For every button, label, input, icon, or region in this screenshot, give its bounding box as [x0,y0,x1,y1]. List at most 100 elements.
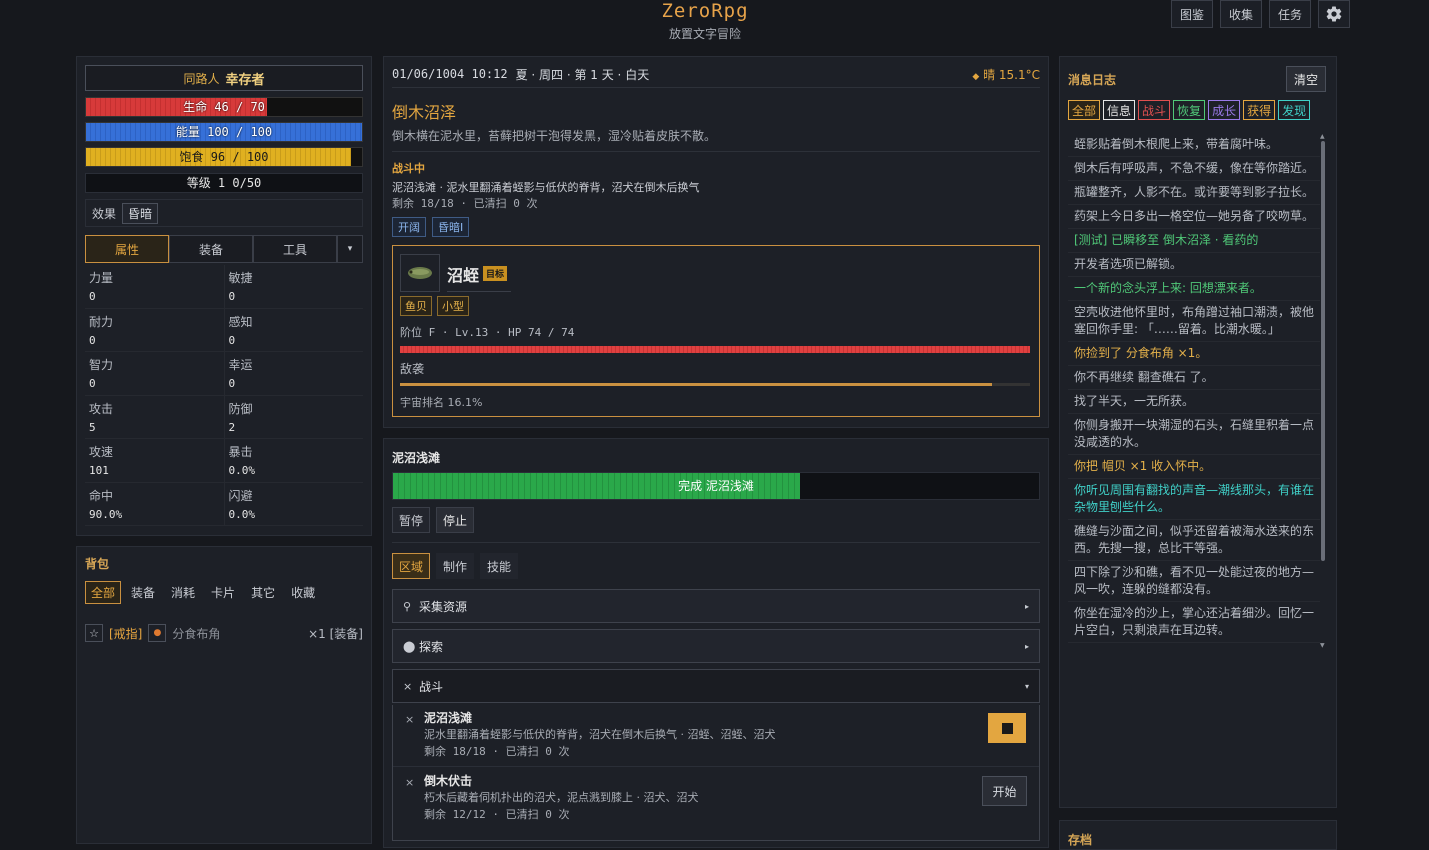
cross-icon: × [405,776,415,789]
collect-button[interactable]: 收集 [1220,0,1263,28]
weather-icon: ◆ [972,71,980,82]
pause-button[interactable]: 暂停 [392,507,431,533]
log-scrollbar[interactable]: ▲ ▼ [1320,133,1326,649]
stat-name: 攻击 [89,401,114,416]
log-filter[interactable]: 获得 [1243,100,1276,120]
tab-crafting[interactable]: 制作 [436,553,475,579]
stat-value: 0 [89,290,96,303]
stat-row: 耐力 0 感知 0 [85,308,363,352]
stat-name: 敏捷 [228,271,253,285]
bag-tab[interactable]: 装备 [125,581,161,604]
quest-button[interactable]: 任务 [1269,0,1312,28]
scrollbar-thumb[interactable] [1321,141,1325,561]
stat-name: 感知 [228,314,253,329]
combat-row[interactable]: × 泥沼浅滩 泥水里翻涌着蛭影与低伏的脊背，沼犬在倒木后换气 · 沼蛭、沼蛭、沼… [393,705,1039,767]
bag-item[interactable]: ☆ [戒指] ● 分食布角 ×1 [装备] [85,621,363,645]
log-entry: [测试] 已瞬移至 倒木沼泽 · 看药的 [1068,229,1320,253]
log-filter[interactable]: 信息 [1103,100,1136,120]
level-display: 等级 1 0/50 [85,173,363,193]
combat-title: 泥沼浅滩 [424,711,473,725]
stat-cell: 命中 90.0% [85,482,225,525]
section-gather[interactable]: ⚲ 采集资源 ▸ [392,589,1040,623]
section-combat[interactable]: × 战斗 ▾ [392,669,1040,703]
favorite-star-icon[interactable]: ☆ [85,624,103,642]
stat-value: 2 [228,420,236,434]
activity-progress-bar: 完成 泥沼浅滩 [392,472,1040,500]
log-filter[interactable]: 全部 [1068,100,1101,120]
divider [392,151,1040,152]
location-title: 倒木沼泽 [392,103,457,122]
bag-tab[interactable]: 其它 [245,581,281,604]
chevron-right-icon: ▸ [1024,601,1029,611]
chevron-down-icon: ▾ [1024,681,1029,691]
log-entry: 你侧身搬开一块潮湿的石头，石缝里积着一点没咸透的水。 [1068,414,1320,455]
stop-combat-button[interactable] [988,713,1026,743]
section-label: 探索 [419,639,444,654]
character-name: 幸存者 [225,72,265,88]
start-combat-button[interactable]: 开始 [982,776,1027,806]
section-explore[interactable]: ⬤ 探索 ▸ [392,629,1040,663]
effects-row: 效果 昏暗 [85,199,363,227]
tabs-dropdown-button[interactable]: ▾ [337,235,363,263]
log-list[interactable]: 蛭影贴着倒木根爬上来，带着腐叶味。 倒木后有呼吸声，不急不缓，像在等你踏近。 瓶罐整… [1068,133,1320,649]
stat-value: 0 [228,377,236,390]
combat-status-label: 战斗中 [392,162,425,175]
stop-button[interactable]: 停止 [436,507,475,533]
enemy-card[interactable]: 沼蛭 目标 鱼贝 小型 阶位 F · Lv.13 · HP 74 / 74 敌袭… [392,245,1040,417]
stat-name: 闪避 [228,488,253,503]
log-entry: 蛭影贴着倒木根爬上来，带着腐叶味。 [1068,133,1320,157]
item-name: 分食布角 [172,626,221,641]
stat-row: 命中 90.0% 闪避 0.0% [85,482,364,526]
bag-tab[interactable]: 全部 [85,581,122,604]
log-filter[interactable]: 发现 [1278,100,1311,120]
stat-value: 0 [228,290,236,303]
log-entry: 倒木后有呼吸声，不急不缓，像在等你踏近。 [1068,157,1320,181]
combat-title: 倒木伏击 [424,774,473,788]
character-panel: 同路人 幸存者 生命 46 / 70 能量 100 / 100 饱食 96 / … [76,56,372,536]
tab-equipment[interactable]: 装备 [169,235,253,263]
tab-tools[interactable]: 工具 [253,235,337,263]
badge-dim[interactable]: 昏暗I [432,217,470,237]
log-entry: 瓶罐整齐，人影不在。或许要等到影子拉长。 [1068,181,1320,205]
tab-attributes[interactable]: 属性 [85,235,169,263]
log-panel: 消息日志 清空 全部 信息 战斗 恢复 成长 获得 发现 蛭影贴着倒木根爬上来，带着腐叶味。… [1059,56,1337,808]
enemy-rank: 宇宙排名 16.1% [400,396,483,409]
log-entry: 你坐在湿冷的沙上，掌心还沾着细沙。回忆一片空白，只剩浪声在耳边转。 [1068,602,1320,643]
settings-button[interactable] [1318,0,1351,28]
tab-region[interactable]: 区域 [392,553,431,579]
stat-name: 耐力 [89,314,114,329]
effect-chip[interactable]: 昏暗 [122,202,159,224]
section-label: 战斗 [419,679,444,694]
stat-cell: 防御 2 [225,396,364,439]
stat-value: 0 [228,333,236,347]
stat-cell: 闪避 0.0% [225,483,364,526]
log-entry: 空壳收进他怀里时，布角蹭过袖口潮渍，被他塞回你手里: 「……留着。比潮水暖。」 [1068,301,1320,342]
codex-button[interactable]: 图鉴 [1171,0,1214,28]
stat-cell: 耐力 0 [85,308,225,351]
combat-row[interactable]: × 倒木伏击 朽木后藏着伺机扑出的沼犬，泥点溅到膝上 · 沼犬、沼犬 剩余 12… [393,768,1039,830]
combat-desc: 泥水里翻涌着蛭影与低伏的脊背，沼犬在倒木后换气 · 沼蛭、沼蛭、沼犬 [424,728,776,741]
stat-row: 攻速 101 暴击 0.0% [85,439,363,483]
bag-tab[interactable]: 消耗 [165,581,201,604]
bag-tabs: 全部 装备 消耗 卡片 其它 收藏 [85,581,321,604]
stat-cell: 力量 0 [85,265,225,308]
enemy-intent-bar [400,383,1030,386]
enemy-tag: 鱼贝 [400,296,432,316]
log-filter[interactable]: 成长 [1208,100,1241,120]
scroll-down-icon: ▼ [1320,642,1325,649]
log-entry: 你听见周围有翻找的声音—潮线那头，有谁在杂物里刨些什么。 [1068,479,1320,520]
badge-open[interactable]: 开阔 [392,217,426,237]
combat-desc: 朽木后藏着伺机扑出的沼犬，泥点溅到膝上 · 沼犬、沼犬 [424,791,699,804]
tab-skills[interactable]: 技能 [480,553,519,579]
weather-text: 晴 15.1°C [983,67,1040,82]
bag-tab[interactable]: 卡片 [205,581,241,604]
clear-log-button[interactable]: 清空 [1286,66,1326,92]
bag-tab[interactable]: 收藏 [285,581,321,604]
log-filter[interactable]: 战斗 [1138,100,1171,120]
stat-cell: 敏捷 0 [225,265,364,308]
stop-icon [1001,722,1013,734]
stat-name: 命中 [89,488,114,503]
stat-value: 90.0% [89,507,123,521]
log-filter[interactable]: 恢复 [1173,100,1206,120]
stat-value: 0.0% [228,464,256,477]
